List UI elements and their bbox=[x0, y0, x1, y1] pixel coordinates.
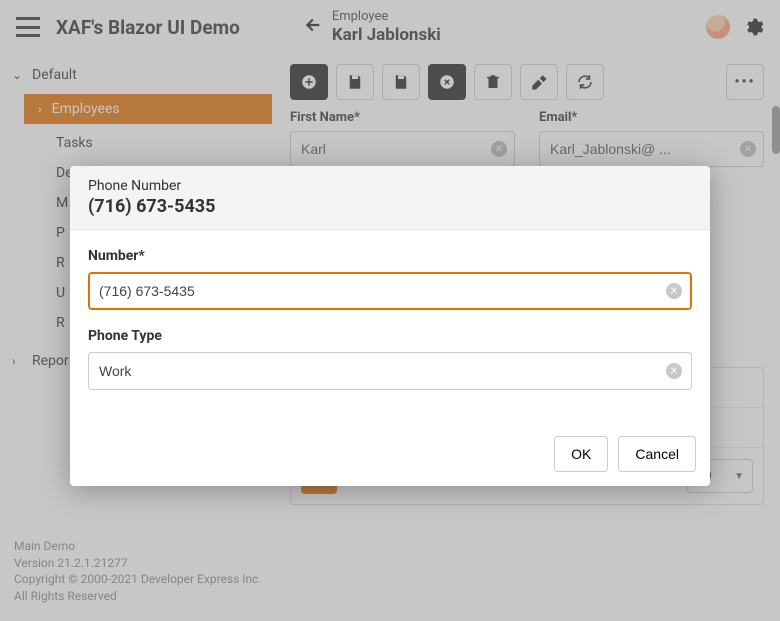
cancel-button[interactable]: Cancel bbox=[618, 436, 696, 472]
number-field[interactable] bbox=[88, 272, 692, 310]
ok-button[interactable]: OK bbox=[554, 436, 608, 472]
dialog-header: Phone Number (716) 673-5435 bbox=[70, 166, 710, 230]
dialog-entity-label: Phone Number bbox=[88, 178, 692, 194]
clear-icon[interactable]: ✕ bbox=[666, 283, 682, 299]
number-label: Number* bbox=[88, 248, 692, 264]
phone-type-label: Phone Type bbox=[88, 328, 692, 344]
modal-overlay[interactable]: Phone Number (716) 673-5435 Number* ✕ Ph… bbox=[0, 0, 780, 621]
phone-edit-dialog: Phone Number (716) 673-5435 Number* ✕ Ph… bbox=[70, 166, 710, 486]
dialog-title: (716) 673-5435 bbox=[88, 196, 692, 217]
phone-type-field[interactable] bbox=[88, 352, 692, 390]
clear-icon[interactable]: ✕ bbox=[666, 363, 682, 379]
